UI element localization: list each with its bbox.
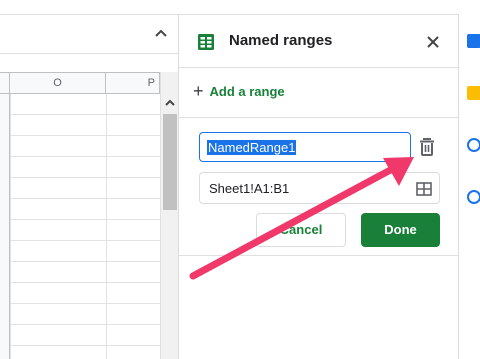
add-range-button[interactable]: + Add a range bbox=[193, 81, 285, 101]
row-header-gutter[interactable] bbox=[0, 94, 10, 359]
column-header-o[interactable]: O bbox=[10, 73, 106, 93]
close-icon[interactable] bbox=[423, 32, 443, 52]
tasks-icon[interactable] bbox=[467, 138, 480, 152]
add-range-divider bbox=[179, 117, 459, 118]
toolbar-gap bbox=[0, 55, 178, 72]
vertical-scrollbar[interactable] bbox=[160, 72, 178, 359]
sheets-grid-icon bbox=[198, 34, 214, 50]
cancel-button[interactable]: Cancel bbox=[256, 213, 346, 247]
range-reference-input[interactable]: Sheet1!A1:B1 bbox=[199, 172, 440, 204]
column-header-p[interactable]: P bbox=[106, 73, 160, 93]
panel-title: Named ranges bbox=[229, 32, 333, 49]
calendar-icon[interactable] bbox=[467, 34, 480, 48]
column-header[interactable] bbox=[0, 73, 10, 93]
trash-icon[interactable] bbox=[415, 135, 439, 159]
add-range-label: Add a range bbox=[209, 83, 285, 99]
grid-select-icon[interactable] bbox=[415, 180, 433, 198]
toolbar-strip bbox=[0, 14, 178, 54]
scrollbar-thumb[interactable] bbox=[163, 114, 177, 210]
keep-icon[interactable] bbox=[467, 86, 480, 100]
contacts-icon[interactable] bbox=[467, 190, 480, 204]
side-addon-strip bbox=[458, 14, 480, 359]
done-button[interactable]: Done bbox=[361, 213, 440, 247]
editor-divider bbox=[179, 255, 459, 256]
range-name-value: NamedRange1 bbox=[207, 140, 297, 155]
column-header-row: O P bbox=[0, 72, 160, 94]
range-name-input[interactable]: NamedRange1 bbox=[199, 132, 411, 162]
spreadsheet-area: O P bbox=[0, 0, 178, 359]
header-divider bbox=[179, 67, 459, 68]
plus-icon: + bbox=[193, 81, 204, 101]
chevron-up-icon[interactable] bbox=[152, 25, 170, 43]
range-reference-value: Sheet1!A1:B1 bbox=[209, 181, 290, 196]
cell-grid[interactable] bbox=[0, 94, 160, 359]
named-ranges-panel: Named ranges + Add a range NamedRange1 S… bbox=[178, 14, 459, 359]
scroll-up-arrow-icon[interactable] bbox=[161, 94, 178, 112]
